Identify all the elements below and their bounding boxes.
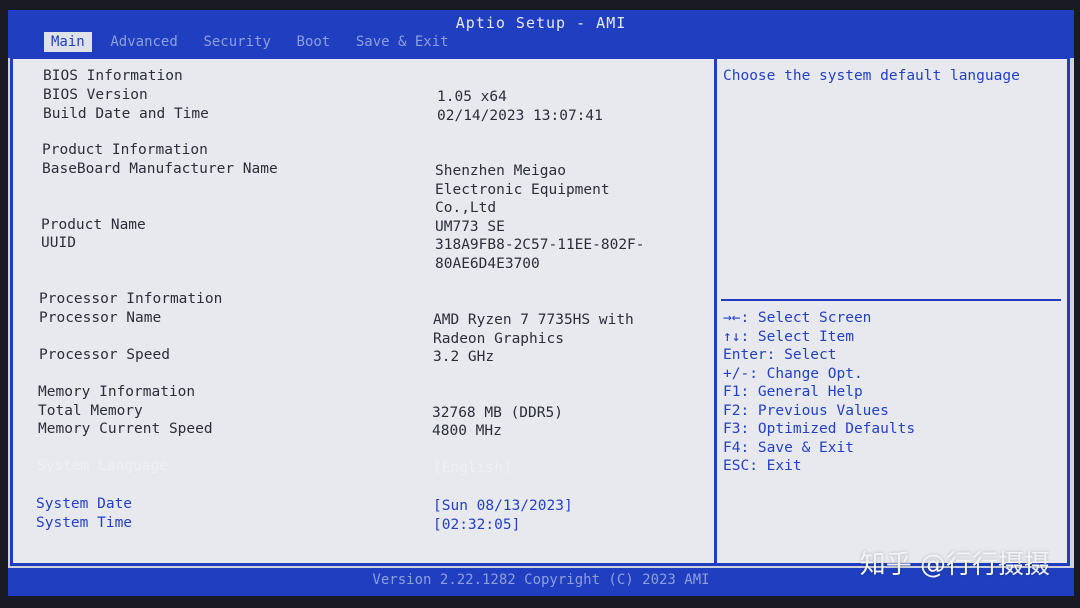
uuid-value-line1: 318A9FB8-2C57-11EE-802F- (435, 237, 645, 253)
key-select-item: ↑↓: Select Item (723, 328, 854, 345)
key-enter-select: Enter: Select (723, 347, 837, 363)
baseboard-label: BaseBoard Manufacturer Name (42, 161, 278, 177)
help-pane: Choose the system default language →←: S… (717, 59, 1067, 563)
bios-version-value: 1.05 x64 (437, 89, 507, 105)
memory-speed-label: Memory Current Speed (38, 421, 213, 437)
key-esc-exit: ESC: Exit (723, 458, 802, 474)
build-date-label: Build Date and Time (43, 106, 209, 122)
product-name-value: UM773 SE (435, 219, 505, 235)
tab-main[interactable]: Main (44, 32, 92, 52)
baseboard-value-line3: Co.,Ltd (435, 200, 497, 216)
system-language-value[interactable]: [English] (433, 459, 512, 478)
setup-title: Aptio Setup - AMI (455, 14, 627, 32)
settings-pane: BIOS Information BIOS Version 1.05 x64 B… (13, 59, 717, 563)
top-bar: Aptio Setup - AMI Main Advanced Security… (8, 10, 1074, 58)
processor-speed-value: 3.2 GHz (433, 349, 495, 365)
baseboard-value-line1: Shenzhen Meigao (435, 163, 566, 179)
memory-speed-value: 4800 MHz (432, 423, 502, 439)
help-divider (721, 299, 1061, 301)
key-legend: →←: Select Screen ↑↓: Select Item Enter:… (723, 309, 915, 476)
baseboard-value-line2: Electronic Equipment (435, 182, 610, 198)
total-memory-value: 32768 MB (DDR5) (432, 405, 563, 421)
product-name-label: Product Name (41, 217, 146, 233)
key-previous-values: F2: Previous Values (723, 402, 889, 419)
key-change-opt: +/-: Change Opt. (723, 365, 863, 382)
processor-speed-label: Processor Speed (39, 347, 170, 363)
uuid-value-line2: 80AE6D4E3700 (435, 256, 540, 272)
system-time-label[interactable]: System Time (36, 514, 132, 533)
tab-bar: Main Advanced Security Boot Save & Exit (44, 31, 458, 53)
product-info-heading: Product Information (42, 142, 208, 158)
total-memory-label: Total Memory (38, 403, 143, 419)
system-time-value[interactable]: [02:32:05] (433, 516, 520, 535)
processor-info-heading: Processor Information (39, 291, 223, 307)
system-date-label[interactable]: System Date (36, 495, 132, 514)
processor-name-value-line2: Radeon Graphics (433, 331, 564, 347)
bios-version-label: BIOS Version (43, 87, 148, 103)
bios-screen: Aptio Setup - AMI Main Advanced Security… (8, 10, 1074, 596)
main-panel: BIOS Information BIOS Version 1.05 x64 B… (10, 56, 1070, 566)
uuid-label: UUID (41, 235, 76, 251)
tab-security[interactable]: Security (196, 32, 277, 52)
processor-name-value-line1: AMD Ryzen 7 7735HS with (433, 312, 634, 328)
bios-info-heading: BIOS Information (43, 68, 183, 84)
tab-boot[interactable]: Boot (290, 32, 338, 52)
key-save-exit: F4: Save & Exit (723, 439, 854, 456)
tab-advanced[interactable]: Advanced (103, 32, 184, 52)
watermark: 知乎 @行行摄摄 (859, 550, 1050, 580)
system-date-value[interactable]: [Sun 08/13/2023] (433, 497, 573, 516)
key-general-help: F1: General Help (723, 384, 863, 400)
build-date-value: 02/14/2023 13:07:41 (437, 108, 603, 124)
memory-info-heading: Memory Information (38, 384, 196, 400)
key-optimized-defaults: F3: Optimized Defaults (723, 421, 916, 437)
processor-name-label: Processor Name (39, 310, 162, 326)
help-description: Choose the system default language (723, 68, 1020, 84)
tab-save-exit[interactable]: Save & Exit (349, 32, 456, 52)
key-select-screen: →←: Select Screen (723, 310, 872, 326)
system-language-label[interactable]: System Language (37, 457, 168, 476)
